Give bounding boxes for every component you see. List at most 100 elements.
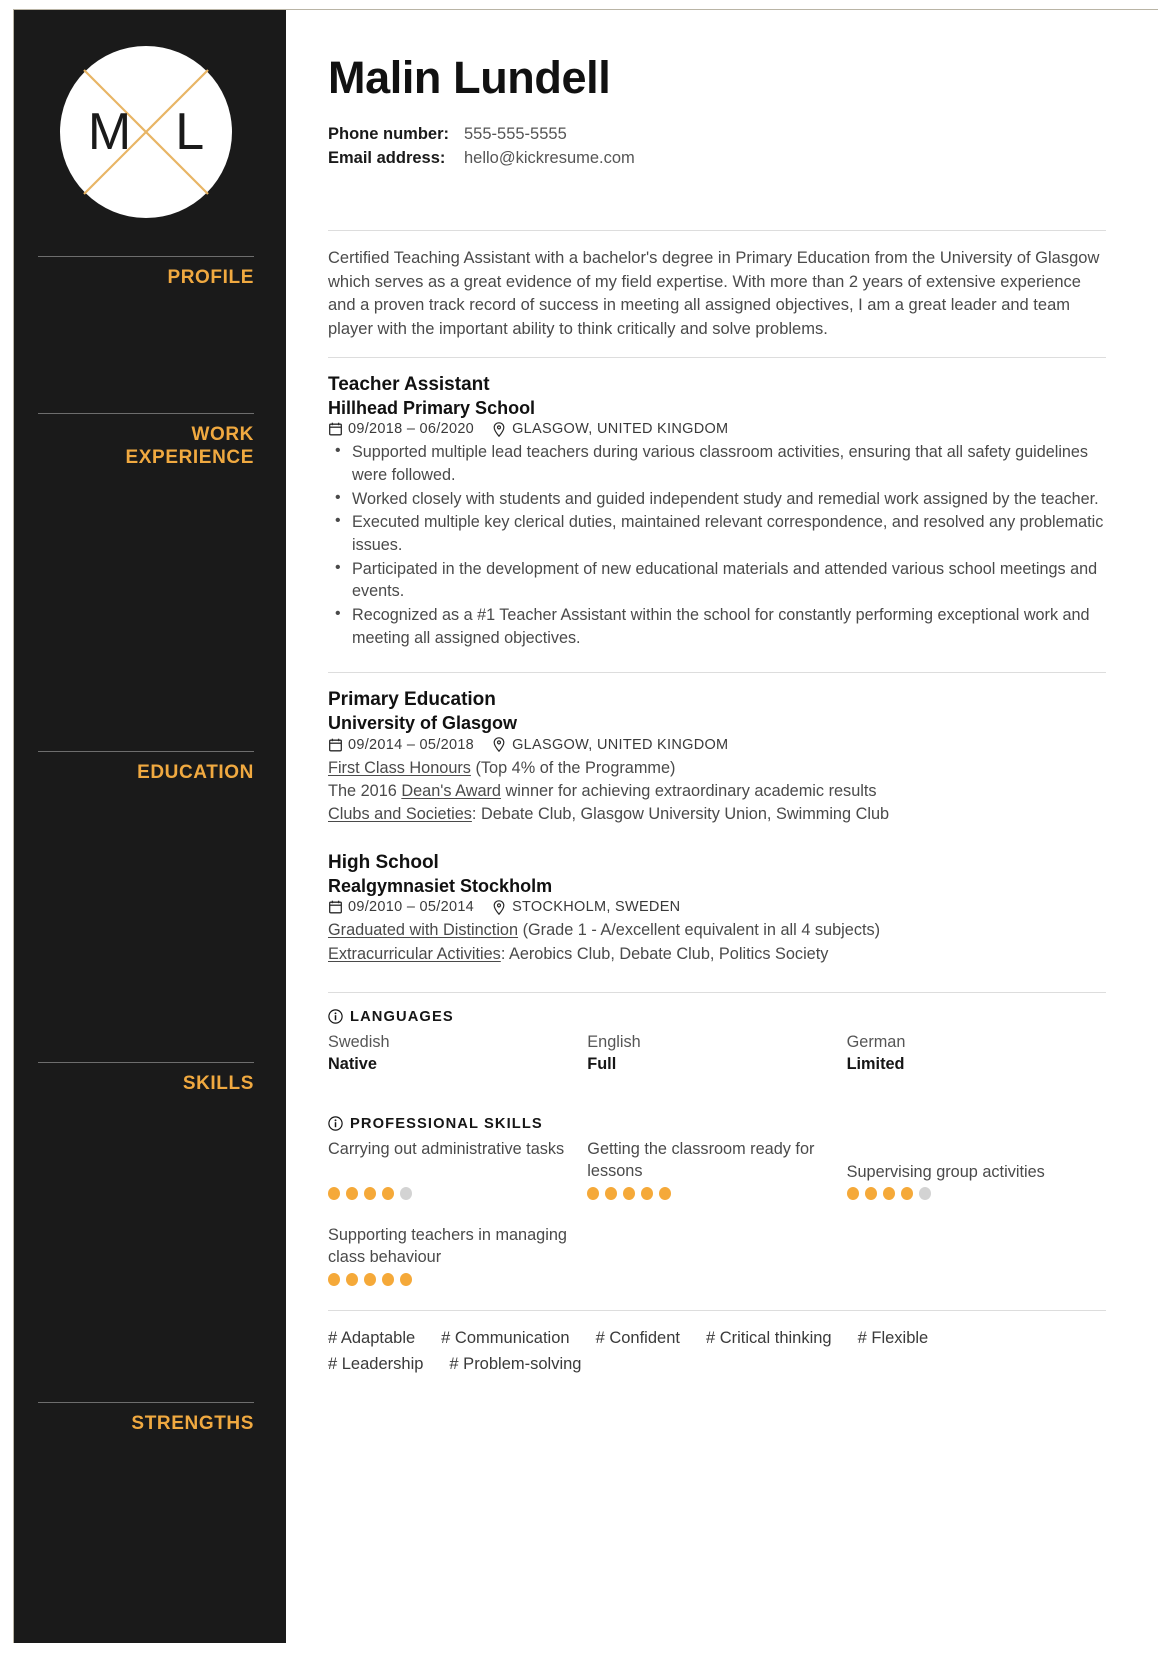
education-detail: Extracurricular Activities: Aerobics Clu… [328, 943, 1106, 966]
detail-underlined: Dean's Award [401, 781, 501, 800]
list-item: Worked closely with students and guided … [328, 487, 1106, 511]
detail-rest: : Aerobics Club, Debate Club, Politics S… [500, 944, 829, 963]
contact-phone-row: Phone number: 555-555-5555 [328, 123, 1106, 147]
sidebar-label-skills: SKILLS [182, 1072, 254, 1094]
detail-rest: winner for achieving extraordinary acade… [500, 781, 877, 800]
skill-name: Carrying out administrative tasks [328, 1139, 565, 1158]
sidebar-item-education: EDUCATION [38, 751, 254, 784]
skill-item: Supporting teachers in managing class be… [328, 1224, 587, 1286]
languages-heading-label: LANGUAGES [350, 1008, 454, 1025]
email-value: hello@kickresume.com [464, 148, 635, 167]
language-item: German Limited [847, 1031, 1106, 1076]
strength-tag: # Leadership [328, 1354, 424, 1373]
sidebar-label-profile: PROFILE [167, 267, 254, 288]
resume-sheet: M L PROFILE WORK EXPERIENCE EDUCATION SK… [14, 10, 1158, 1643]
education-meta: 09/2014 – 05/2018 GLASGOW, UNITED KINGDO… [328, 737, 1106, 753]
education-entry: High School Realgymnasiet Stockholm 09/2… [328, 852, 1106, 966]
rating-dot [328, 1272, 340, 1286]
monogram-logo: M L [60, 46, 232, 218]
skill-item-empty [847, 1224, 1106, 1286]
rating-dot [400, 1272, 412, 1286]
logo-initial-last: L [175, 103, 205, 161]
sidebar-label-work-line2: EXPERIENCE [125, 446, 254, 468]
education-program: High School [328, 852, 439, 874]
divider [38, 256, 254, 257]
skill-item: Getting the classroom ready for lessons [587, 1138, 846, 1200]
strength-tag: # Adaptable [328, 1328, 416, 1347]
detail-rest: : Debate Club, Glasgow University Union,… [471, 805, 890, 824]
detail-rest: (Top 4% of the Programme) [470, 758, 676, 777]
skill-rating [587, 1186, 832, 1200]
job-bullets: Supported multiple lead teachers during … [328, 440, 1106, 649]
education-detail: The 2016 Dean's Award winner for achievi… [328, 780, 1106, 803]
skill-item-empty [587, 1224, 846, 1286]
language-name: German [846, 1032, 906, 1051]
detail-underlined: Extracurricular Activities [328, 944, 501, 963]
sidebar-label-education: EDUCATION [137, 762, 254, 784]
divider [38, 1402, 254, 1404]
education-section: Primary Education University of Glasgow … [328, 673, 1106, 991]
professional-skills-heading-label: PROFESSIONAL SKILLS [350, 1115, 543, 1132]
education-detail: Clubs and Societies: Debate Club, Glasgo… [328, 803, 1106, 826]
language-item: Swedish Native [328, 1031, 587, 1076]
rating-dot [864, 1186, 877, 1200]
strength-tag: # Communication [441, 1328, 570, 1347]
skills-section: LANGUAGES Swedish Native English Full Ge… [328, 993, 1106, 1310]
detail-underlined: First Class Honours [328, 758, 471, 777]
education-location: GLASGOW, UNITED KINGDOM [512, 736, 729, 753]
language-name: Swedish [328, 1032, 390, 1051]
languages-grid: Swedish Native English Full German Limit… [328, 1031, 1106, 1076]
phone-value: 555-555-5555 [464, 125, 567, 144]
skill-item: Supervising group activities [846, 1138, 1106, 1200]
page-title: Malin Lundell [328, 52, 611, 103]
education-dates: 09/2010 – 05/2014 [348, 899, 475, 916]
contact-block: Phone number: 555-555-5555 Email address… [328, 123, 1106, 170]
job-location: GLASGOW, UNITED KINGDOM [512, 421, 729, 438]
rating-dot [623, 1186, 636, 1200]
skill-rating [328, 1272, 573, 1286]
language-item: English Full [587, 1031, 846, 1076]
rating-dot [382, 1186, 394, 1200]
education-institution: Realgymnasiet Stockholm [328, 875, 553, 896]
info-icon [328, 1009, 343, 1024]
rating-dot [587, 1186, 600, 1200]
calendar-icon [328, 422, 342, 437]
job-meta: 09/2018 – 06/2020 GLASGOW, UNITED KINGDO… [328, 421, 1106, 437]
strengths-section: # Adaptable # Communication # Confident … [328, 1311, 1106, 1376]
rating-dot [918, 1186, 931, 1200]
detail-rest: (Grade 1 - A/excellent equivalent in all… [518, 921, 881, 940]
rating-dot [641, 1186, 654, 1200]
sidebar-item-skills: SKILLS [38, 1061, 254, 1095]
job-organization: Hillhead Primary School [328, 397, 536, 418]
contact-email-row: Email address: hello@kickresume.com [328, 147, 1106, 171]
profile-text: Certified Teaching Assistant with a bach… [328, 249, 1100, 338]
job-dates: 09/2018 – 06/2020 [348, 421, 475, 438]
sidebar-label-work-line1: WORK [191, 424, 254, 446]
strength-tag: # Confident [595, 1328, 680, 1347]
education-detail: First Class Honours (Top 4% of the Progr… [328, 757, 1106, 780]
sidebar-item-work-experience: WORK EXPERIENCE [38, 413, 254, 469]
rating-dot [900, 1186, 913, 1200]
skill-rating [846, 1186, 1092, 1200]
divider [38, 1061, 254, 1063]
resume-page: M L PROFILE WORK EXPERIENCE EDUCATION SK… [0, 0, 1170, 1653]
list-item: Recognized as a #1 Teacher Assistant wit… [328, 603, 1106, 649]
sidebar-item-profile: PROFILE [38, 256, 254, 289]
rating-dot [846, 1186, 859, 1200]
language-level: Native [328, 1055, 377, 1074]
email-label: Email address: [328, 148, 446, 167]
detail-underlined: Graduated with Distinction [328, 921, 519, 940]
rating-dot [400, 1186, 412, 1200]
list-item: Supported multiple lead teachers during … [328, 440, 1106, 486]
rating-dot [364, 1272, 376, 1286]
education-program: Primary Education [328, 689, 496, 711]
skill-rating [328, 1186, 573, 1200]
strength-tag: # Critical thinking [705, 1328, 832, 1347]
work-experience-section: Teacher Assistant Hillhead Primary Schoo… [328, 358, 1106, 672]
job-position: Teacher Assistant [328, 374, 490, 396]
education-detail: Graduated with Distinction (Grade 1 - A/… [328, 919, 1106, 942]
logo-initials: M L [60, 102, 232, 162]
work-entry: Teacher Assistant Hillhead Primary Schoo… [328, 374, 1106, 649]
detail-prefix: The 2016 [328, 781, 402, 800]
calendar-icon [328, 737, 342, 752]
